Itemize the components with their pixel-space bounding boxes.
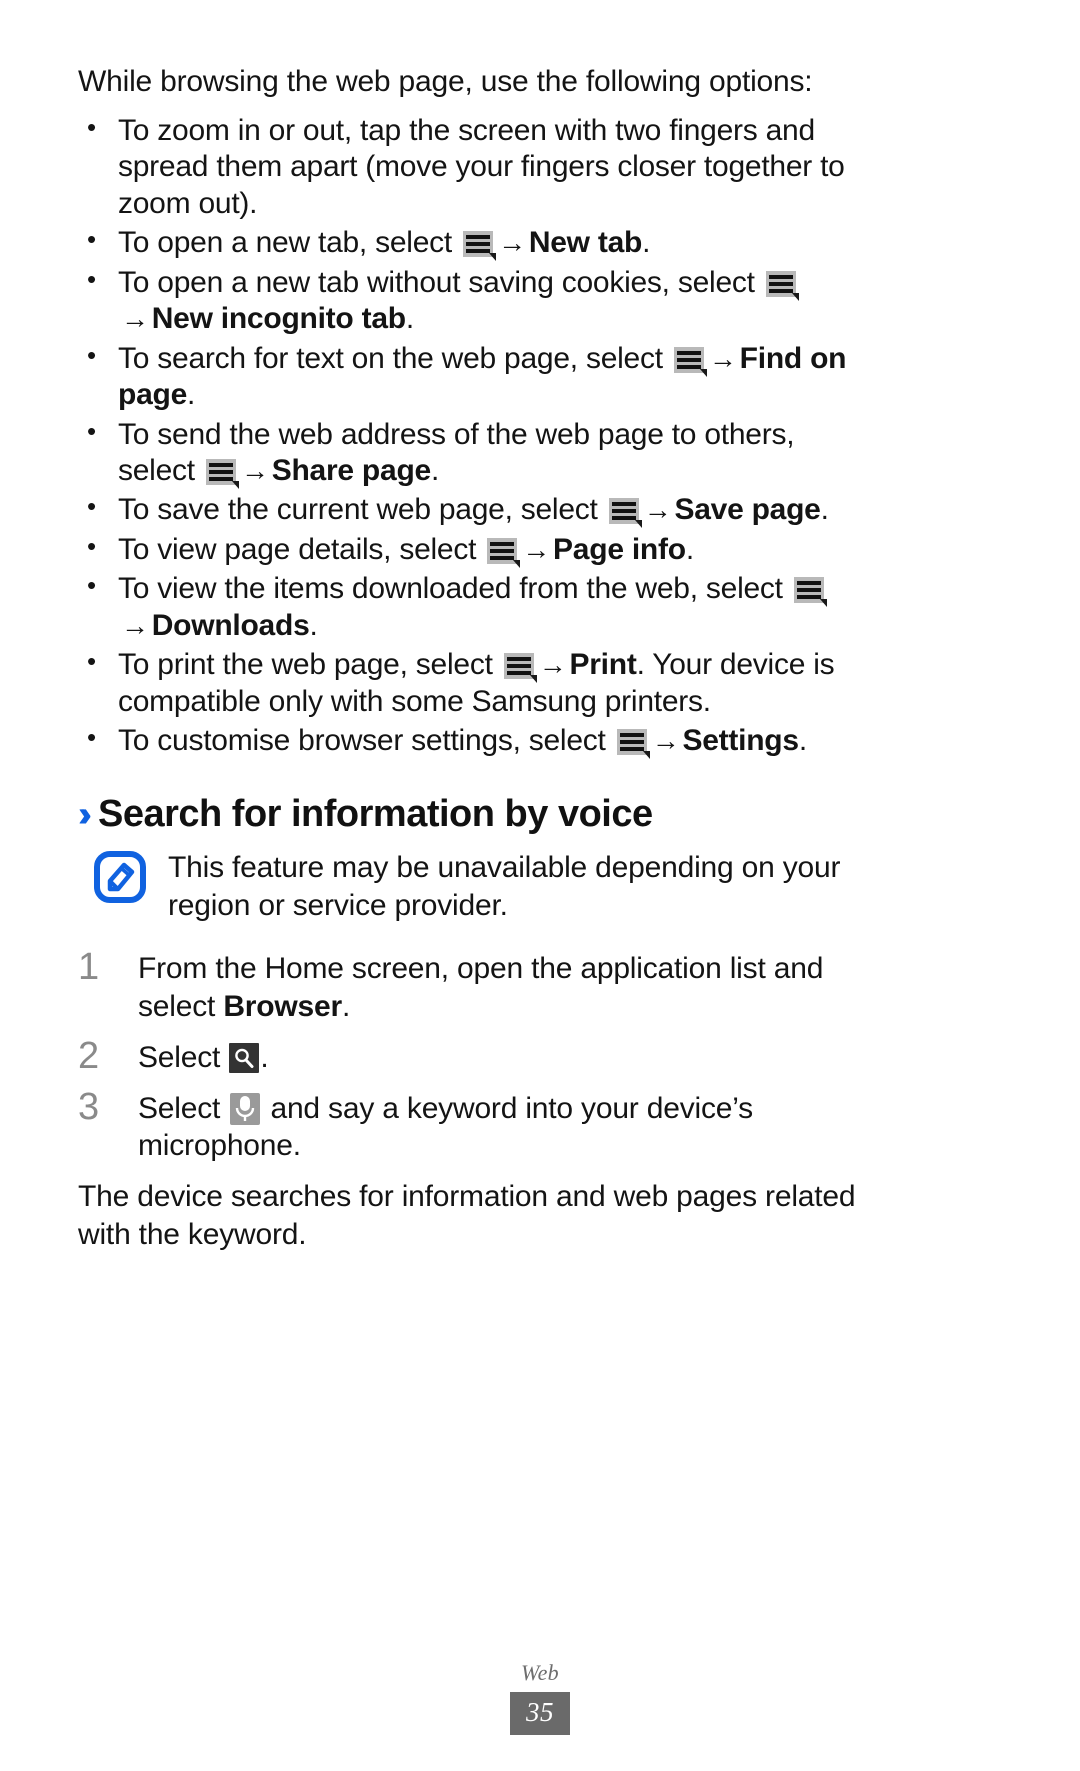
emphasis-term: Save page xyxy=(674,493,821,527)
emphasis-term: New incognito tab xyxy=(151,302,406,336)
emphasis-term: New tab xyxy=(528,226,643,260)
emphasis-term: Share page xyxy=(271,453,431,487)
arrow-separator: → xyxy=(522,533,551,565)
note-box: This feature may be unavailable dependin… xyxy=(78,847,878,924)
menu-icon xyxy=(673,346,707,377)
emphasis-term: Print xyxy=(569,648,637,682)
menu-icon xyxy=(793,577,827,608)
arrow-separator: → xyxy=(651,725,680,756)
list-item: To open a new tab without saving cookies… xyxy=(78,264,878,338)
emphasis-term: Settings xyxy=(682,724,799,757)
emphasis-term: Browser xyxy=(223,989,342,1023)
emphasis-term: Downloads xyxy=(151,608,310,642)
step-item: 1 From the Home screen, open the applicat… xyxy=(78,946,824,1023)
menu-icon xyxy=(463,231,497,262)
menu-icon xyxy=(608,498,642,529)
list-item: To open a new tab, select →New tab. xyxy=(78,224,878,262)
arrow-separator: → xyxy=(643,494,672,526)
arrow-separator: → xyxy=(121,303,149,335)
page-number-badge: 35 xyxy=(510,1692,570,1735)
arrow-separator: → xyxy=(538,649,567,681)
note-text: This feature may be unavailable dependin… xyxy=(168,851,841,922)
section-title: Search for information by voice xyxy=(97,793,653,836)
browser-options-list: To zoom in or out, tap the screen with t… xyxy=(78,112,878,759)
list-item: To search for text on the web page, sele… xyxy=(78,340,878,414)
arrow-separator: → xyxy=(240,454,269,486)
menu-icon xyxy=(616,729,650,759)
footer-chapter-label: Web xyxy=(521,1660,559,1685)
microphone-icon xyxy=(230,1093,261,1125)
list-item: To view the items downloaded from the we… xyxy=(78,570,878,644)
arrow-separator: → xyxy=(708,342,737,374)
intro-paragraph: While browsing the web page, use the fol… xyxy=(78,65,813,98)
menu-icon xyxy=(487,537,521,568)
step-item: 3 Select and say a keyword into your devi… xyxy=(78,1086,753,1163)
chevron-right-icon: ›› xyxy=(78,793,92,835)
emphasis-term: Page info xyxy=(553,532,686,566)
step-number: 1 xyxy=(78,946,99,989)
arrow-separator: → xyxy=(498,227,526,259)
list-item: To customise browser settings, select →S… xyxy=(78,722,878,759)
list-item: To save the current web page, select →Sa… xyxy=(78,491,878,529)
list-item: To view page details, select →Page info. xyxy=(78,531,878,568)
page-footer: Web 35 xyxy=(0,1660,1080,1735)
list-item: To print the web page, select →Print. Yo… xyxy=(78,646,878,720)
list-item: To zoom in or out, tap the screen with t… xyxy=(78,112,878,222)
menu-icon xyxy=(205,458,239,489)
search-icon xyxy=(229,1042,260,1073)
section-heading: ›› Search for information by voice xyxy=(78,795,878,833)
arrow-separator: → xyxy=(121,609,149,641)
note-pencil-icon xyxy=(94,851,146,904)
page-content: While browsing the web page, use the fol… xyxy=(78,62,878,1253)
manual-page: While browsing the web page, use the fol… xyxy=(0,0,1080,1771)
list-item: To send the web address of the web page … xyxy=(78,416,878,490)
menu-icon xyxy=(765,270,799,301)
step-extra-text: The device searches for information and … xyxy=(78,1180,856,1251)
step-number: 3 xyxy=(78,1086,99,1128)
menu-icon xyxy=(503,653,537,684)
step-number: 2 xyxy=(78,1034,99,1077)
voice-search-steps: 1 From the Home screen, open the applicat… xyxy=(78,946,878,1164)
step-item: 2 Select . xyxy=(78,1034,269,1077)
